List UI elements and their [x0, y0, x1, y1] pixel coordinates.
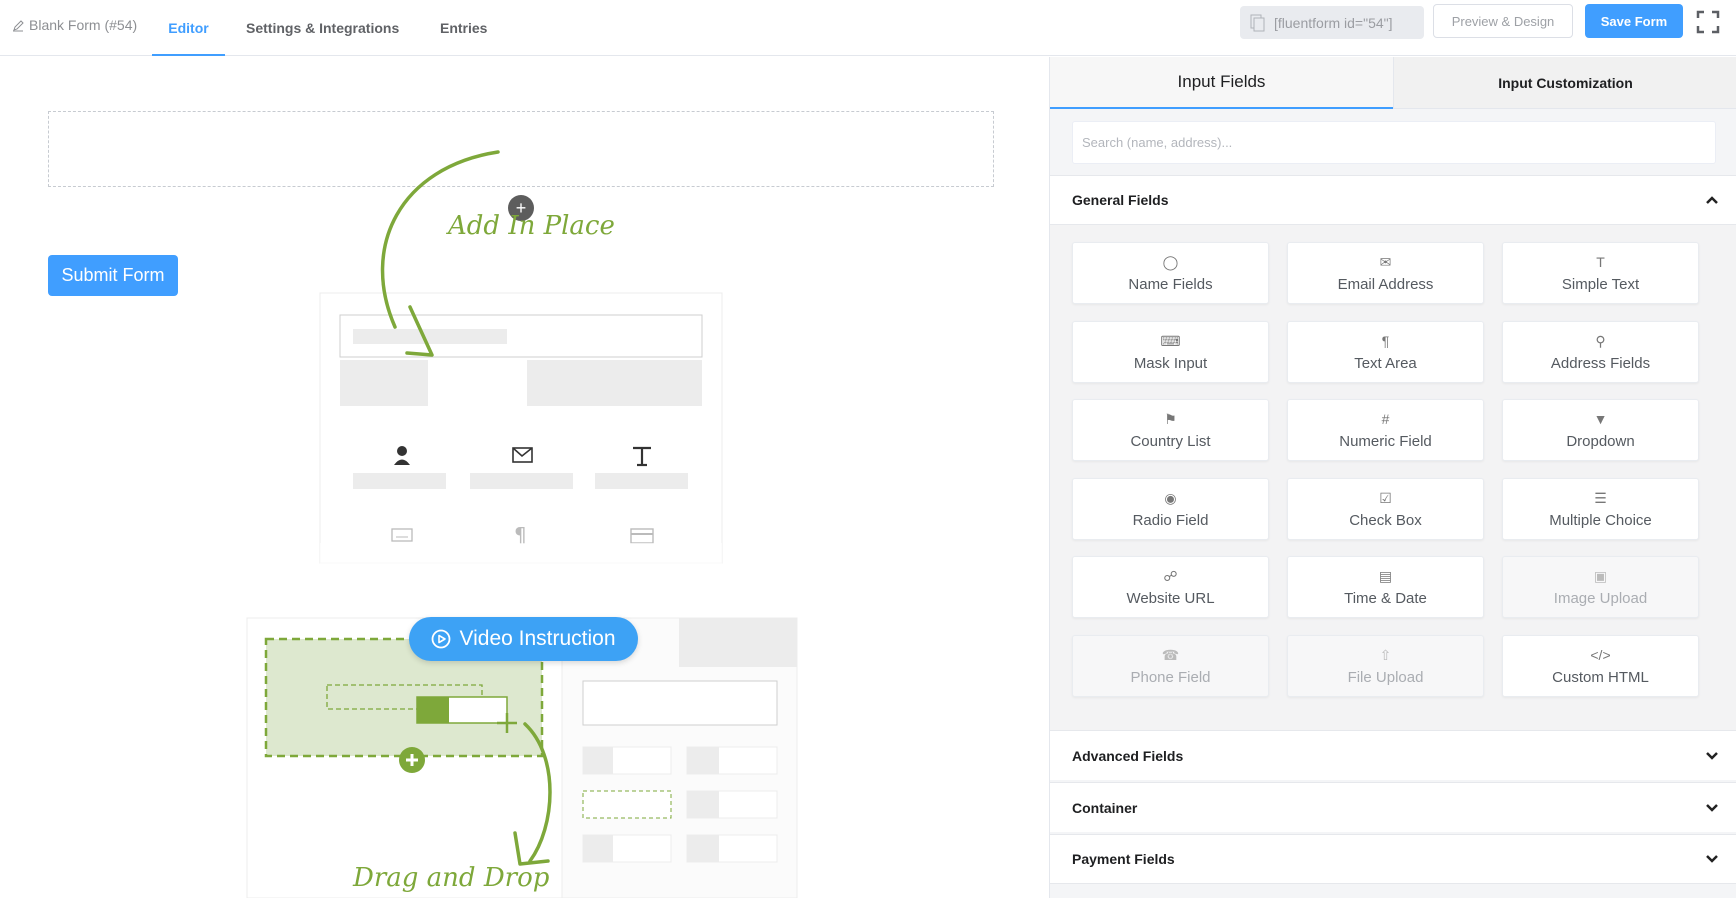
general-fields-header[interactable]: General Fields [1050, 175, 1736, 225]
checkbox-icon: ☑ [1379, 489, 1392, 506]
field-label: Name Fields [1128, 275, 1213, 293]
dropdown-icon: ▼ [1593, 410, 1608, 427]
chevron-down-icon [1706, 803, 1718, 812]
field-label: Email Address [1337, 275, 1434, 293]
field-label: Text Area [1354, 354, 1417, 372]
tab-entries[interactable]: Entries [440, 0, 487, 56]
field-label: Custom HTML [1552, 668, 1649, 686]
paragraph-icon: ¶ [1381, 332, 1390, 349]
field-numeric-field[interactable]: # Numeric Field [1287, 399, 1484, 461]
radio-icon: ◉ [1164, 489, 1177, 506]
field-label: Radio Field [1132, 511, 1209, 529]
user-icon: ◯ [1162, 253, 1179, 270]
fullscreen-icon[interactable] [1696, 10, 1720, 34]
field-file-upload[interactable]: ⇧ File Upload [1287, 635, 1484, 697]
list-icon: ☰ [1594, 489, 1607, 506]
save-form-button[interactable]: Save Form [1585, 4, 1683, 38]
flag-icon: ⚑ [1164, 410, 1177, 427]
field-label: Image Upload [1553, 589, 1648, 607]
field-label: Mask Input [1133, 354, 1208, 372]
form-name: Blank Form (#54) [29, 17, 138, 33]
code-icon: </> [1590, 646, 1611, 663]
field-label: Time & Date [1344, 589, 1427, 607]
envelope-icon: ✉ [1379, 253, 1392, 270]
pin-icon: ⚲ [1595, 332, 1606, 349]
onboarding-illustration: ¶ [246, 150, 798, 898]
link-icon: ☍ [1163, 567, 1178, 584]
tab-settings-label: Settings & Integrations [246, 20, 400, 36]
field-label: Phone Field [1130, 668, 1211, 686]
container-header[interactable]: Container [1050, 782, 1736, 832]
phone-icon: ☎ [1161, 646, 1180, 663]
calendar-icon: ▤ [1378, 567, 1393, 584]
field-label: Simple Text [1561, 275, 1640, 293]
tab-entries-label: Entries [440, 20, 488, 36]
field-label: Multiple Choice [1549, 511, 1652, 529]
field-search-input[interactable]: Search (name, address)... [1072, 121, 1716, 164]
breadcrumb[interactable]: Blank Form (#54) [12, 17, 137, 33]
panel-tabs: Input Fields Input Customization [1050, 57, 1736, 109]
field-label: Country List [1130, 432, 1211, 450]
field-phone-field[interactable]: ☎ Phone Field [1072, 635, 1269, 697]
copy-icon [1250, 14, 1265, 31]
field-simple-text[interactable]: T Simple Text [1502, 242, 1699, 304]
field-label: Address Fields [1550, 354, 1651, 372]
drag-drop-hint: Drag and Drop [353, 863, 550, 893]
field-dropdown[interactable]: ▼ Dropdown [1502, 399, 1699, 461]
chevron-down-icon [1706, 751, 1718, 760]
tab-settings-integrations[interactable]: Settings & Integrations [246, 0, 399, 56]
shortcode-text: [fluentform id="54"] [1274, 14, 1393, 31]
form-editor-canvas: Submit Form ¶ + Add In Place Drag and Dr… [0, 57, 1049, 898]
pencil-icon [13, 19, 24, 31]
video-instruction-label: Video Instruction [459, 627, 616, 650]
tab-editor[interactable]: Editor [152, 0, 225, 56]
field-country-list[interactable]: ⚑ Country List [1072, 399, 1269, 461]
payment-fields-header[interactable]: Payment Fields [1050, 834, 1736, 884]
field-address-fields[interactable]: ⚲ Address Fields [1502, 321, 1699, 383]
advanced-fields-header[interactable]: Advanced Fields [1050, 730, 1736, 780]
field-label: Check Box [1349, 511, 1422, 529]
upload-icon: ⇧ [1379, 646, 1392, 663]
video-instruction-button[interactable]: Video Instruction [409, 617, 638, 661]
field-image-upload[interactable]: ▣ Image Upload [1502, 556, 1699, 618]
top-bar: Blank Form (#54) Editor Settings & Integ… [0, 0, 1736, 56]
shortcode-copy[interactable]: [fluentform id="54"] [1240, 6, 1424, 39]
field-radio-field[interactable]: ◉ Radio Field [1072, 478, 1269, 540]
field-time-date[interactable]: ▤ Time & Date [1287, 556, 1484, 618]
payment-fields-title: Payment Fields [1072, 851, 1175, 867]
chevron-up-icon [1706, 196, 1718, 204]
field-label: Dropdown [1566, 432, 1635, 450]
preview-design-button[interactable]: Preview & Design [1433, 4, 1573, 38]
field-email-address[interactable]: ✉ Email Address [1287, 242, 1484, 304]
field-label: Numeric Field [1339, 432, 1432, 450]
keyboard-icon: ⌨ [1160, 332, 1181, 349]
field-name-fields[interactable]: ◯ Name Fields [1072, 242, 1269, 304]
field-label: Website URL [1126, 589, 1215, 607]
field-multiple-choice[interactable]: ☰ Multiple Choice [1502, 478, 1699, 540]
general-fields-title: General Fields [1072, 192, 1169, 208]
add-in-place-hint: Add In Place [448, 211, 615, 241]
field-mask-input[interactable]: ⌨ Mask Input [1072, 321, 1269, 383]
play-circle-icon [432, 629, 451, 649]
field-text-area[interactable]: ¶ Text Area [1287, 321, 1484, 383]
tab-editor-label: Editor [168, 20, 209, 36]
image-icon: ▣ [1593, 567, 1608, 584]
fields-panel: Input Fields Input Customization Search … [1049, 57, 1736, 898]
hash-icon: # [1381, 410, 1390, 427]
container-title: Container [1072, 799, 1138, 816]
chevron-down-icon [1706, 855, 1718, 863]
advanced-fields-title: Advanced Fields [1072, 747, 1184, 764]
field-check-box[interactable]: ☑ Check Box [1287, 478, 1484, 540]
text-icon: T [1596, 253, 1605, 270]
tab-input-customization[interactable]: Input Customization [1393, 57, 1736, 109]
tab-input-fields[interactable]: Input Fields [1050, 57, 1393, 109]
field-website-url[interactable]: ☍ Website URL [1072, 556, 1269, 618]
field-label: File Upload [1347, 668, 1424, 686]
field-custom-html[interactable]: </> Custom HTML [1502, 635, 1699, 697]
